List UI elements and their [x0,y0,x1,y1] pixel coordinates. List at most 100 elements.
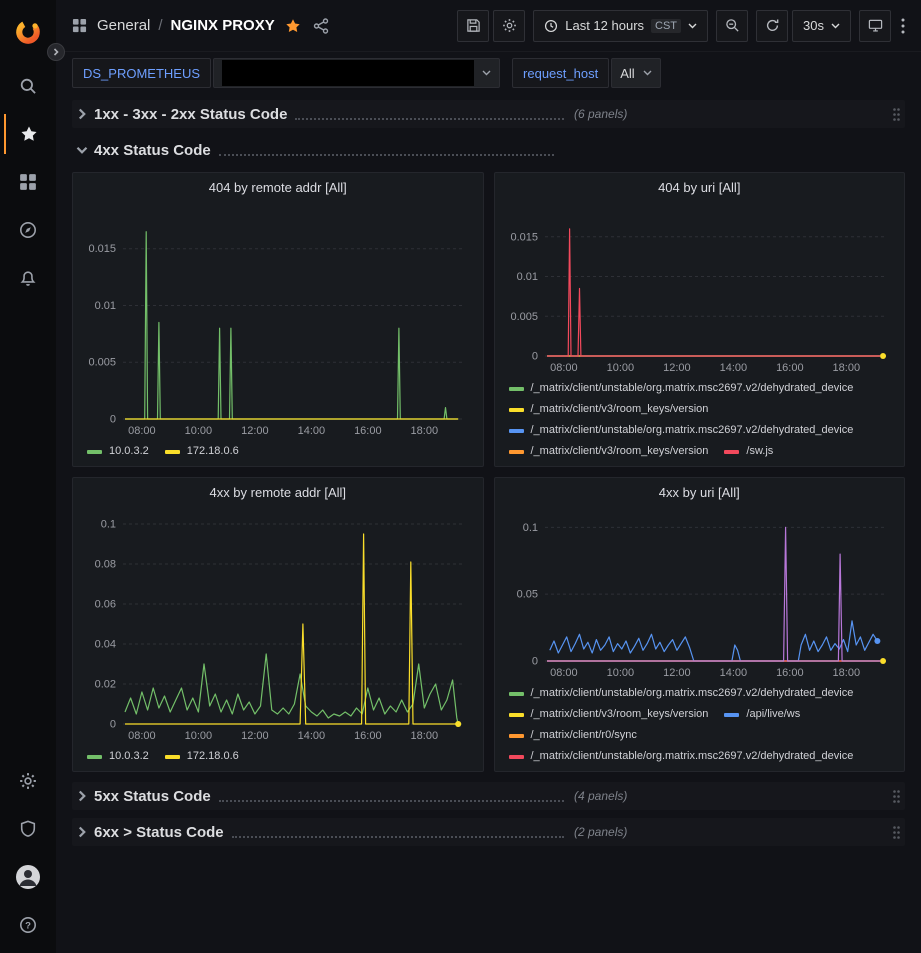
sidebar-item-alerting[interactable] [4,258,52,298]
kebab-icon [901,18,905,34]
legend-item[interactable]: /sw.js [724,441,773,462]
save-dashboard-button[interactable] [457,10,489,42]
refresh-button[interactable] [756,10,788,42]
svg-text:18:00: 18:00 [411,730,439,742]
row-panel-count: (4 panels) [574,789,627,803]
panel-4xx-by-uri: 4xx by uri [All] 00.050.108:0010:0012:00… [494,477,906,772]
legend-item[interactable]: 10.0.3.2 [87,746,149,767]
legend-item[interactable]: /_matrix/client/v3/room_keys/version [509,704,709,725]
legend-swatch [724,713,739,717]
legend-item[interactable]: /_matrix/client/unstable/org.matrix.msc2… [509,378,854,399]
row-dots [232,827,564,838]
breadcrumb-dashboard-title[interactable]: NGINX PROXY [171,17,275,34]
row-6xx-status-code[interactable]: 6xx > Status Code (2 panels) [72,818,905,846]
svg-text:?: ? [25,920,31,931]
gear-icon [19,772,37,790]
breadcrumb-section[interactable]: General [97,17,150,34]
save-icon [466,18,481,33]
panel-title[interactable]: 4xx by remote addr [All] [73,478,483,506]
svg-text:08:00: 08:00 [550,667,578,679]
zoom-out-time-button[interactable] [716,10,748,42]
time-range-picker[interactable]: Last 12 hours CST [533,10,708,42]
drag-handle-icon[interactable] [892,825,901,840]
legend-item[interactable]: /_matrix/client/r0/sync [509,725,637,746]
svg-text:0.015: 0.015 [510,231,538,243]
svg-text:0.02: 0.02 [95,679,116,691]
sidebar-item-explore[interactable] [4,210,52,250]
grafana-logo-icon [14,18,42,46]
kiosk-mode-button[interactable] [859,10,891,42]
panel-legend: 10.0.3.2 172.18.0.6 [73,744,483,771]
dashboard-canvas: 1xx - 3xx - 2xx Status Code (6 panels) 4… [56,94,921,953]
sidebar-item-help[interactable]: ? [4,905,52,945]
drag-handle-icon[interactable] [892,107,901,122]
variable-ds-prometheus: DS_PROMETHEUS [72,58,500,88]
row-4xx-status-code[interactable]: 4xx Status Code [72,136,905,164]
sidebar-item-dashboards[interactable] [4,162,52,202]
legend-item[interactable]: /_matrix/client/unstable/org.matrix.msc2… [509,683,854,704]
legend-label: 10.0.3.2 [109,441,149,462]
favorite-button[interactable] [283,16,303,36]
legend-item[interactable]: 172.18.0.6 [165,746,239,767]
svg-text:0.04: 0.04 [95,639,116,651]
svg-text:18:00: 18:00 [832,667,860,679]
dashboard-settings-button[interactable] [493,10,525,42]
row-panel-count: (6 panels) [574,107,627,121]
svg-text:14:00: 14:00 [298,730,326,742]
breadcrumb: General / NGINX PROXY [70,16,331,36]
svg-text:18:00: 18:00 [411,425,439,437]
svg-text:10:00: 10:00 [185,730,213,742]
panel-404-by-remote-addr: 404 by remote addr [All] 00.0050.010.015… [72,172,484,467]
svg-text:14:00: 14:00 [719,667,747,679]
row-1xx-3xx-2xx-status-code[interactable]: 1xx - 3xx - 2xx Status Code (6 panels) [72,100,905,128]
legend-label: /_matrix/client/unstable/org.matrix.msc2… [531,683,854,704]
legend-item[interactable]: /_matrix/client/v3/room_keys/version [509,399,709,420]
drag-handle-icon[interactable] [892,789,901,804]
svg-text:14:00: 14:00 [298,425,326,437]
chart-4xx-by-remote-addr[interactable]: 00.020.040.060.080.108:0010:0012:0014:00… [79,506,477,744]
chart-404-by-uri[interactable]: 00.0050.010.01508:0010:0012:0014:0016:00… [501,201,899,376]
svg-text:14:00: 14:00 [719,362,747,374]
legend-item[interactable]: /_matrix/client/unstable/org.matrix.msc2… [509,746,854,767]
svg-text:0.015: 0.015 [88,243,116,255]
refresh-interval-label: 30s [803,18,824,33]
sidebar-item-search[interactable] [4,66,52,106]
share-button[interactable] [311,16,331,36]
caret-down-icon [643,70,652,76]
variable-label-request-host[interactable]: request_host [512,58,609,88]
svg-text:0: 0 [531,351,537,363]
legend-swatch [509,692,524,696]
panel-title[interactable]: 404 by uri [All] [495,173,905,201]
apps-icon [72,18,87,33]
svg-text:0.1: 0.1 [522,522,537,534]
chart-404-by-remote-addr[interactable]: 00.0050.010.01508:0010:0012:0014:0016:00… [79,201,477,439]
variable-value-request-host[interactable]: All [611,58,660,88]
legend-item[interactable]: /api/live/ws [724,704,800,725]
refresh-interval-picker[interactable]: 30s [792,10,851,42]
sidebar-item-configuration[interactable] [4,761,52,801]
row-5xx-status-code[interactable]: 5xx Status Code (4 panels) [72,782,905,810]
sidebar-expand-button[interactable] [47,43,65,61]
panel-title[interactable]: 404 by remote addr [All] [73,173,483,201]
sidebar-item-starred[interactable] [4,114,52,154]
legend-item[interactable]: 10.0.3.2 [87,441,149,462]
sidebar-item-profile[interactable] [4,857,52,897]
chart-4xx-by-uri[interactable]: 00.050.108:0010:0012:0014:0016:0018:00 [501,506,899,681]
apps-breadcrumb-button[interactable] [70,16,89,35]
variable-value-ds-prometheus[interactable] [213,58,500,88]
svg-text:16:00: 16:00 [776,362,804,374]
legend-item[interactable]: /_matrix/client/v3/room_keys/version [509,441,709,462]
legend-label: /sw.js [746,441,773,462]
more-options-button[interactable] [899,14,907,38]
legend-item[interactable]: /_matrix/client/unstable/org.matrix.msc2… [509,420,854,441]
legend-item[interactable]: 172.18.0.6 [165,441,239,462]
legend-label: /_matrix/client/v3/room_keys/version [531,399,709,420]
legend-label: 172.18.0.6 [187,441,239,462]
panel-title[interactable]: 4xx by uri [All] [495,478,905,506]
grafana-logo[interactable] [6,12,50,52]
variable-label-ds-prometheus[interactable]: DS_PROMETHEUS [72,58,211,88]
legend-label: /_matrix/client/unstable/org.matrix.msc2… [531,420,854,441]
panel-legend: 10.0.3.2 172.18.0.6 [73,439,483,466]
sidebar-item-server-admin[interactable] [4,809,52,849]
row-dots [295,109,564,120]
